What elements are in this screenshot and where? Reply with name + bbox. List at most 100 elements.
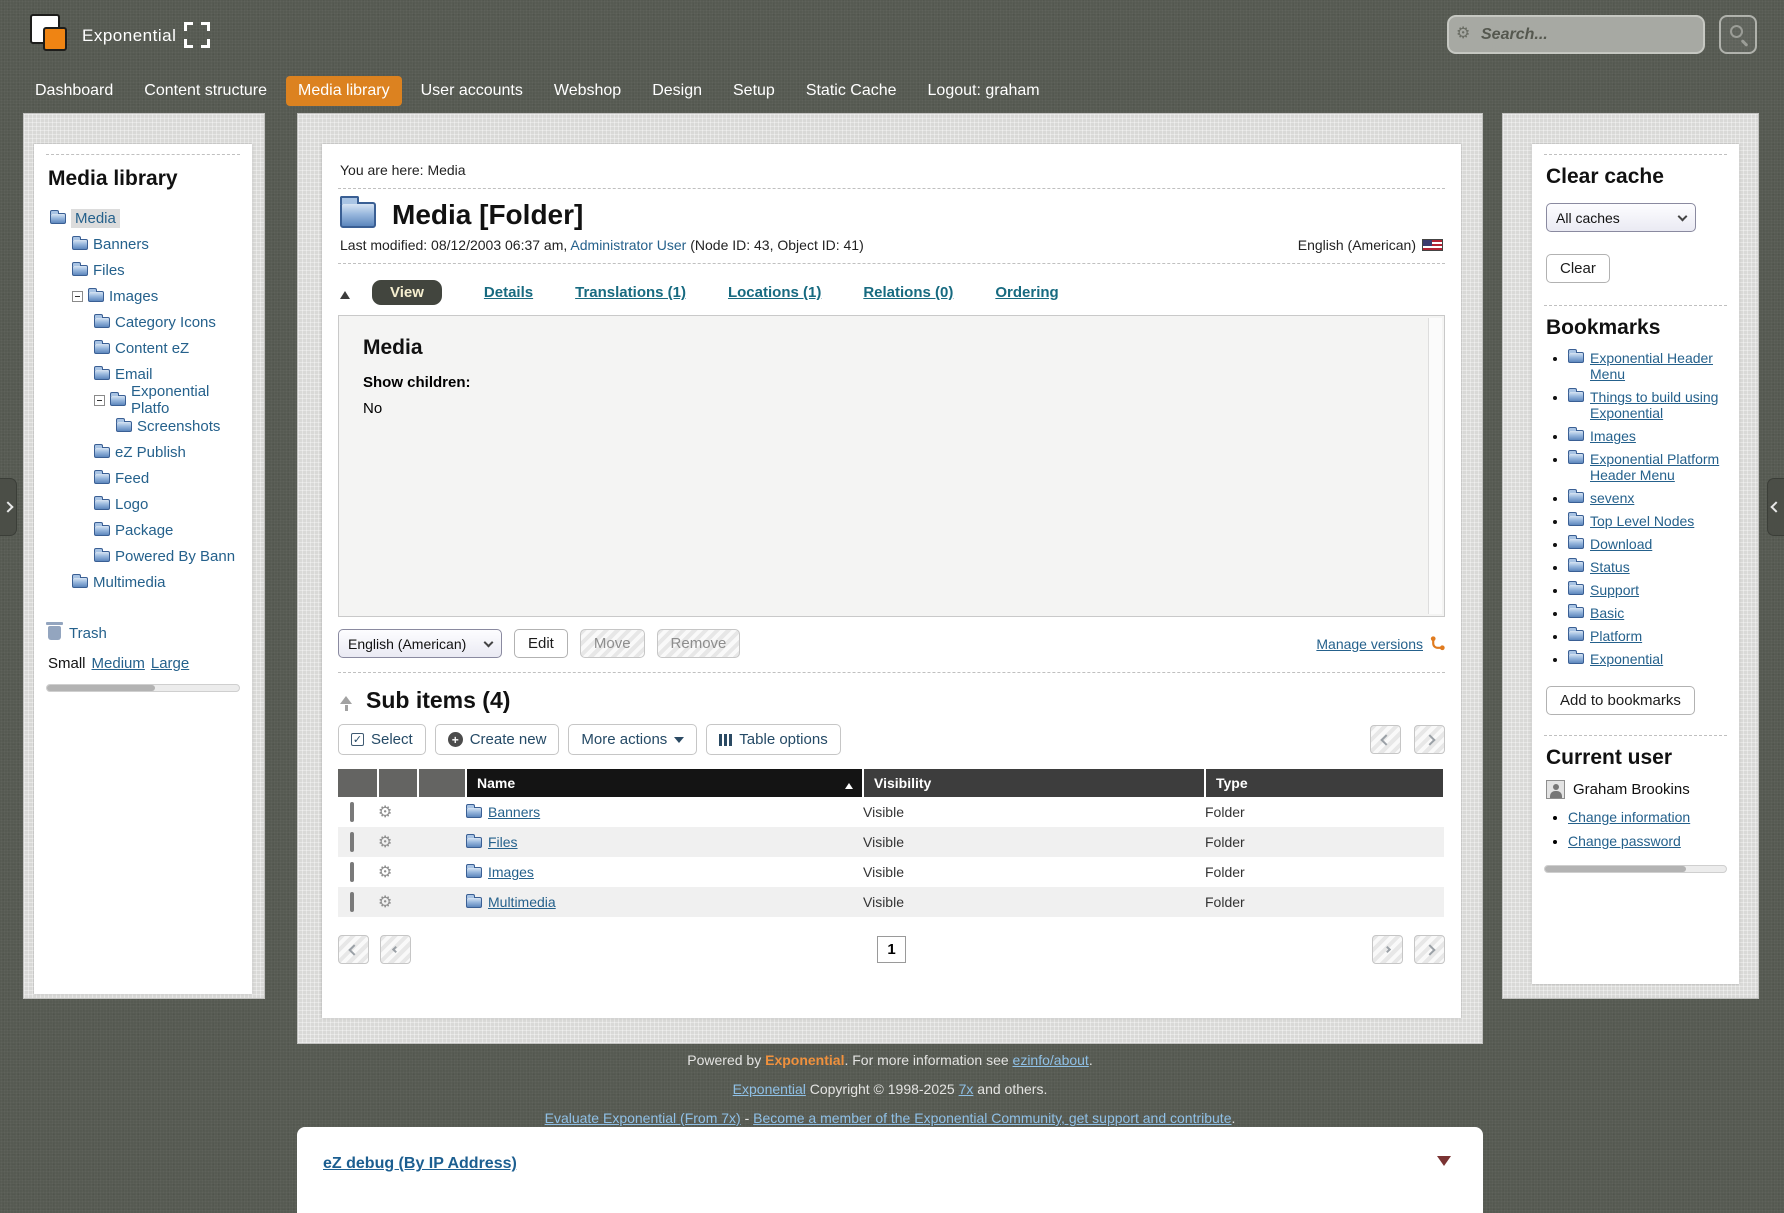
row-link-images[interactable]: Images bbox=[488, 864, 534, 880]
subitems-table-options-button[interactable]: Table options bbox=[706, 724, 840, 755]
gear-icon[interactable]: ⚙ bbox=[378, 804, 392, 821]
type-column-header[interactable]: Type bbox=[1205, 769, 1444, 797]
row-link-multimedia[interactable]: Multimedia bbox=[488, 894, 556, 910]
tree-item-label[interactable]: Feed bbox=[115, 470, 149, 487]
tree-collapse-icon[interactable] bbox=[94, 395, 105, 406]
nav-item-webshop[interactable]: Webshop bbox=[542, 76, 633, 106]
user-link-change-password[interactable]: Change password bbox=[1568, 833, 1681, 849]
tree-item-label[interactable]: eZ Publish bbox=[115, 444, 186, 461]
footer-link[interactable]: Exponential bbox=[733, 1081, 806, 1097]
debug-toggle-icon[interactable] bbox=[1437, 1156, 1451, 1173]
bookmark-link-exponential[interactable]: Exponential bbox=[1590, 651, 1663, 667]
left-horizontal-scrollbar[interactable] bbox=[46, 684, 240, 692]
tab-relations-0-[interactable]: Relations (0) bbox=[863, 284, 953, 301]
tree-item-label[interactable]: Category Icons bbox=[115, 314, 216, 331]
administrator-user-link[interactable]: Administrator User bbox=[570, 237, 686, 253]
pagination-next-button[interactable] bbox=[1372, 935, 1403, 964]
tree-item-label[interactable]: Email bbox=[115, 366, 153, 383]
bookmark-link-things-to-build-using-exponential[interactable]: Things to build using Exponential bbox=[1590, 389, 1722, 421]
edit-button[interactable]: Edit bbox=[514, 629, 568, 658]
collapse-subitems-icon[interactable] bbox=[340, 690, 352, 711]
tree-item-logo[interactable]: Logo bbox=[46, 491, 240, 517]
footer-brand-link[interactable]: Exponential bbox=[765, 1052, 844, 1068]
move-button[interactable]: Move bbox=[580, 629, 645, 658]
tree-item-label[interactable]: Multimedia bbox=[93, 574, 166, 591]
row-checkbox[interactable] bbox=[350, 862, 354, 882]
tree-item-banners[interactable]: Banners bbox=[46, 231, 240, 257]
add-to-bookmarks-button[interactable]: Add to bookmarks bbox=[1546, 686, 1695, 715]
tree-item-feed[interactable]: Feed bbox=[46, 465, 240, 491]
bookmark-link-images[interactable]: Images bbox=[1590, 428, 1636, 444]
manage-versions-link[interactable]: Manage versions bbox=[1316, 636, 1423, 652]
cache-select[interactable]: All caches bbox=[1546, 203, 1696, 232]
tree-item-multimedia[interactable]: Multimedia bbox=[46, 569, 240, 595]
fullscreen-icon[interactable] bbox=[184, 22, 210, 48]
tree-item-label[interactable]: Images bbox=[109, 288, 158, 305]
nav-item-media-library[interactable]: Media library bbox=[286, 76, 402, 106]
tree-item-label[interactable]: Media bbox=[71, 209, 120, 228]
tree-item-files[interactable]: Files bbox=[46, 257, 240, 283]
bookmark-link-platform[interactable]: Platform bbox=[1590, 628, 1642, 644]
row-checkbox[interactable] bbox=[350, 892, 354, 912]
clear-cache-button[interactable]: Clear bbox=[1546, 254, 1610, 283]
row-link-banners[interactable]: Banners bbox=[488, 804, 540, 820]
row-checkbox[interactable] bbox=[350, 802, 354, 822]
pagination-first-button[interactable] bbox=[338, 935, 369, 964]
pagination-previous-button[interactable] bbox=[380, 935, 411, 964]
expand-left-panel-handle[interactable] bbox=[0, 478, 17, 536]
tab-locations-1-[interactable]: Locations (1) bbox=[728, 284, 821, 301]
subitems-next-button[interactable] bbox=[1414, 725, 1445, 754]
tree-collapse-icon[interactable] bbox=[72, 291, 83, 302]
bookmark-link-exponential-header-menu[interactable]: Exponential Header Menu bbox=[1590, 350, 1722, 382]
nav-item-dashboard[interactable]: Dashboard bbox=[23, 76, 125, 106]
tree-size-medium[interactable]: Medium bbox=[92, 655, 145, 672]
tree-item-powered-by-bann[interactable]: Powered By Bann bbox=[46, 543, 240, 569]
search-button[interactable] bbox=[1719, 15, 1757, 54]
tree-item-images[interactable]: Images bbox=[46, 283, 240, 309]
nav-item-content-structure[interactable]: Content structure bbox=[132, 76, 279, 106]
subitems-prev-button[interactable] bbox=[1370, 725, 1401, 754]
tree-item-media[interactable]: Media bbox=[46, 205, 240, 231]
bookmark-link-status[interactable]: Status bbox=[1590, 559, 1630, 575]
search-input[interactable] bbox=[1447, 15, 1705, 54]
view-box-scrollbar[interactable] bbox=[1428, 318, 1442, 614]
right-horizontal-scrollbar[interactable] bbox=[1544, 865, 1727, 873]
gear-icon[interactable]: ⚙ bbox=[378, 864, 392, 881]
trash-link[interactable]: Trash bbox=[69, 625, 107, 642]
tree-item-label[interactable]: Content eZ bbox=[115, 340, 189, 357]
nav-item-setup[interactable]: Setup bbox=[721, 76, 787, 106]
tree-item-label[interactable]: Screenshots bbox=[137, 418, 220, 435]
footer-link[interactable]: ezinfo/about bbox=[1013, 1052, 1089, 1068]
bookmark-link-basic[interactable]: Basic bbox=[1590, 605, 1624, 621]
tree-item-label[interactable]: Exponential Platfo bbox=[131, 383, 240, 417]
bookmark-link-download[interactable]: Download bbox=[1590, 536, 1652, 552]
subitems-more-actions-button[interactable]: More actions bbox=[568, 724, 697, 755]
nav-item-user-accounts[interactable]: User accounts bbox=[409, 76, 535, 106]
collapse-right-panel-handle[interactable] bbox=[1767, 478, 1784, 536]
tab-view[interactable]: View bbox=[372, 280, 442, 305]
row-checkbox[interactable] bbox=[350, 832, 354, 852]
language-select[interactable]: English (American) bbox=[338, 629, 502, 658]
row-link-files[interactable]: Files bbox=[488, 834, 518, 850]
footer-link[interactable]: Become a member of the Exponential Commu… bbox=[753, 1110, 1231, 1126]
bookmark-link-top-level-nodes[interactable]: Top Level Nodes bbox=[1590, 513, 1694, 529]
bookmark-link-exponential-platform-header-menu[interactable]: Exponential Platform Header Menu bbox=[1590, 451, 1722, 483]
tree-item-label[interactable]: Files bbox=[93, 262, 125, 279]
tab-details[interactable]: Details bbox=[484, 284, 533, 301]
tree-item-label[interactable]: Logo bbox=[115, 496, 148, 513]
bookmark-link-sevenx[interactable]: sevenx bbox=[1590, 490, 1634, 506]
pagination-last-button[interactable] bbox=[1414, 935, 1445, 964]
tree-size-large[interactable]: Large bbox=[151, 655, 189, 672]
tab-translations-1-[interactable]: Translations (1) bbox=[575, 284, 686, 301]
tab-ordering[interactable]: Ordering bbox=[995, 284, 1058, 301]
nav-item-static-cache[interactable]: Static Cache bbox=[794, 76, 909, 106]
visibility-column-header[interactable]: Visibility bbox=[863, 769, 1205, 797]
remove-button[interactable]: Remove bbox=[657, 629, 741, 658]
tree-item-package[interactable]: Package bbox=[46, 517, 240, 543]
subitems-select-button[interactable]: ✓Select bbox=[338, 724, 426, 755]
subitems-create-new-button[interactable]: +Create new bbox=[435, 724, 560, 755]
collapse-tabs-icon[interactable] bbox=[340, 286, 350, 299]
tree-item-label[interactable]: Banners bbox=[93, 236, 149, 253]
nav-item-design[interactable]: Design bbox=[640, 76, 714, 106]
tree-item-label[interactable]: Package bbox=[115, 522, 173, 539]
